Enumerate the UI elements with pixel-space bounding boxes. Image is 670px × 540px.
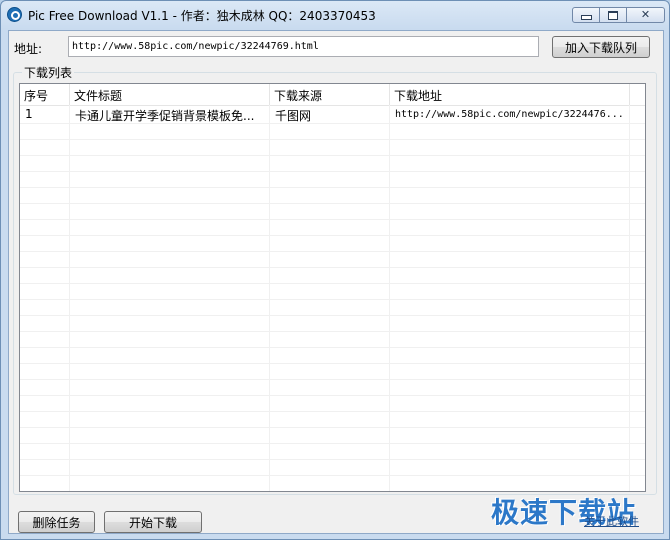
minimize-icon xyxy=(580,15,592,20)
table-row[interactable]: 1 卡通儿童开学季促销背景模板免... 千图网 http://www.58pic… xyxy=(20,106,645,123)
close-button[interactable]: ✕ xyxy=(626,7,665,23)
grid-line xyxy=(20,395,645,396)
column-header-filler xyxy=(630,84,645,105)
cell-source: 千图网 xyxy=(275,109,312,123)
grid-line xyxy=(20,283,645,284)
grid-line xyxy=(20,171,645,172)
address-input[interactable]: http://www.58pic.com/newpic/32244769.htm… xyxy=(68,36,539,57)
cell-url: http://www.58pic.com/newpic/3224476... xyxy=(395,109,624,120)
add-to-queue-button[interactable]: 加入下载队列 xyxy=(552,36,650,58)
grid-line xyxy=(20,235,645,236)
download-list-title: 下载列表 xyxy=(22,64,75,81)
window-title: Pic Free Download V1.1 - 作者：独木成林 QQ：2403… xyxy=(28,9,376,23)
grid-line xyxy=(20,347,645,348)
title-bar[interactable]: Pic Free Download V1.1 - 作者：独木成林 QQ：2403… xyxy=(1,1,669,29)
column-header-url[interactable]: 下载地址 xyxy=(390,84,630,105)
grid-line xyxy=(20,315,645,316)
grid-line xyxy=(389,105,390,491)
maximize-icon xyxy=(608,10,618,20)
grid-line xyxy=(20,299,645,300)
delete-task-button[interactable]: 删除任务 xyxy=(18,511,95,533)
maximize-button[interactable] xyxy=(599,7,627,23)
address-label: 地址: xyxy=(14,42,43,56)
grid-line xyxy=(20,427,645,428)
grid-line xyxy=(69,105,70,491)
column-header-title[interactable]: 文件标题 xyxy=(70,84,270,105)
list-header: 序号 文件标题 下载来源 下载地址 xyxy=(20,84,645,106)
download-list-view[interactable]: 序号 文件标题 下载来源 下载地址 1 卡通儿童开学季促销背景模板免... 千图… xyxy=(19,83,646,492)
grid-line xyxy=(20,411,645,412)
grid-line xyxy=(269,105,270,491)
app-logo-icon xyxy=(7,7,22,22)
column-header-source[interactable]: 下载来源 xyxy=(270,84,390,105)
cell-title: 卡通儿童开学季促销背景模板免... xyxy=(75,109,255,123)
minimize-button[interactable] xyxy=(572,7,600,23)
grid-line xyxy=(20,219,645,220)
column-header-index[interactable]: 序号 xyxy=(20,84,70,105)
grid-line xyxy=(20,475,645,476)
about-link[interactable]: 关于此软件 xyxy=(584,513,639,529)
start-download-button[interactable]: 开始下载 xyxy=(104,511,202,533)
grid-line xyxy=(20,203,645,204)
client-area: 地址: http://www.58pic.com/newpic/32244769… xyxy=(8,30,664,534)
grid-line xyxy=(20,251,645,252)
grid-line xyxy=(20,443,645,444)
close-icon: ✕ xyxy=(640,8,651,21)
grid-line xyxy=(20,363,645,364)
grid-line xyxy=(20,459,645,460)
grid-line xyxy=(20,123,645,124)
grid-line xyxy=(20,331,645,332)
grid-line xyxy=(20,379,645,380)
app-window: Pic Free Download V1.1 - 作者：独木成林 QQ：2403… xyxy=(0,0,670,540)
cell-index: 1 xyxy=(25,107,33,121)
grid-line xyxy=(20,155,645,156)
grid-line xyxy=(20,139,645,140)
grid-line xyxy=(20,187,645,188)
grid-line xyxy=(629,105,630,491)
download-list-group: 下载列表 序号 文件标题 下载来源 下载地址 1 卡通儿童开学季促销背景模板免.… xyxy=(13,64,657,495)
grid-line xyxy=(20,267,645,268)
